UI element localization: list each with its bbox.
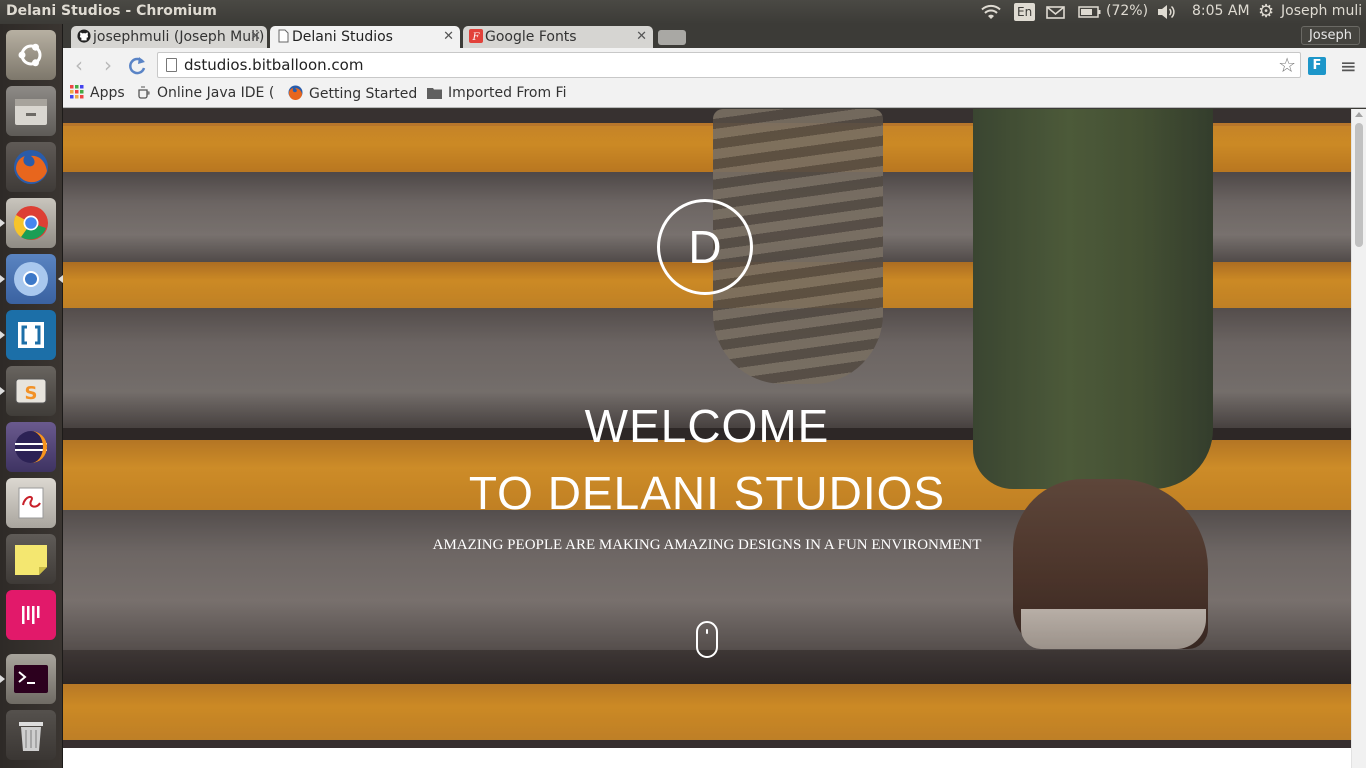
bookmark-label: Imported From Fi <box>448 85 567 101</box>
coffee-icon <box>138 86 150 99</box>
firefox-icon <box>288 85 303 100</box>
volume-icon[interactable] <box>1156 3 1176 21</box>
browser-toolbar: ‹ › dstudios.bitballoon.com ☆ F ≡ <box>63 48 1366 82</box>
running-indicator <box>0 387 5 395</box>
bookmark-online-java-ide[interactable]: Online Java IDE ( <box>137 85 277 101</box>
chromium-icon[interactable] <box>6 254 56 304</box>
page-scrollbar[interactable] <box>1351 109 1366 768</box>
tab-label: Google Fonts <box>485 29 577 45</box>
back-icon[interactable]: ‹ <box>67 54 91 78</box>
hero-title-line2: TO DELANI STUDIOS <box>468 467 946 519</box>
window-title: Delani Studios - Chromium <box>6 3 217 19</box>
files-icon[interactable] <box>6 86 56 136</box>
page-info-icon[interactable] <box>166 58 177 72</box>
running-indicator <box>0 331 5 339</box>
trash-icon[interactable] <box>6 710 56 760</box>
bookmark-star-icon[interactable]: ☆ <box>1278 53 1296 77</box>
logo-circle[interactable]: D <box>657 199 753 295</box>
sticky-notes-icon[interactable] <box>6 534 56 584</box>
svg-text:F: F <box>472 32 481 43</box>
page-icon <box>278 29 289 43</box>
user-menu[interactable]: Joseph muli <box>1281 3 1362 19</box>
ubuntu-dash-icon[interactable] <box>6 30 56 80</box>
tab-google-fonts[interactable]: F Google Fonts ✕ <box>463 26 653 48</box>
close-tab-icon[interactable]: ✕ <box>250 26 261 48</box>
running-indicator <box>0 219 5 227</box>
bookmark-folder-imported[interactable]: Imported From Fi <box>427 85 567 101</box>
scroll-down-mouse-icon[interactable] <box>696 621 718 658</box>
keyboard-layout-indicator[interactable]: En <box>1014 3 1036 21</box>
chrome-icon[interactable] <box>6 198 56 248</box>
tab-label: Delani Studios <box>292 29 393 45</box>
tab-github[interactable]: josephmuli (Joseph Muli) ✕ <box>71 26 267 48</box>
folder-icon <box>427 88 442 99</box>
tab-label: josephmuli (Joseph Muli) <box>93 29 265 45</box>
running-indicator <box>0 275 5 283</box>
github-icon <box>77 29 91 43</box>
url-text[interactable]: dstudios.bitballoon.com <box>184 56 363 74</box>
scroll-up-arrow-icon[interactable] <box>1355 112 1363 117</box>
bookmark-apps[interactable]: Apps <box>70 85 125 101</box>
battery-icon[interactable] <box>1078 3 1102 21</box>
reload-icon[interactable] <box>125 54 149 78</box>
gitkraken-icon[interactable] <box>6 590 56 640</box>
terminal-icon[interactable] <box>6 654 56 704</box>
wifi-icon[interactable] <box>981 3 1001 21</box>
launcher: S <box>0 24 63 768</box>
sublime-text-icon[interactable]: S <box>6 366 56 416</box>
bookmark-label: Online Java IDE ( <box>157 85 275 101</box>
running-indicator <box>0 675 5 683</box>
scrollbar-thumb[interactable] <box>1355 123 1363 247</box>
bookmark-getting-started[interactable]: Getting Started <box>288 85 417 102</box>
page-viewport: D WELCOME TO DELANI STUDIOS AMAZING PEOP… <box>63 109 1351 748</box>
bookmark-label: Apps <box>90 85 125 101</box>
gear-icon[interactable]: ⚙ <box>1258 1 1274 22</box>
bookmark-label: Getting Started <box>309 86 418 102</box>
mail-icon[interactable] <box>1046 3 1065 21</box>
eclipse-icon[interactable] <box>6 422 56 472</box>
tab-strip: josephmuli (Joseph Muli) ✕ Delani Studio… <box>63 24 1366 48</box>
tab-delani-studios[interactable]: Delani Studios ✕ <box>270 26 460 48</box>
evince-icon[interactable] <box>6 478 56 528</box>
address-bar[interactable]: dstudios.bitballoon.com ☆ <box>157 52 1301 78</box>
page-next-section <box>63 748 1351 768</box>
extension-icon[interactable]: F <box>1308 57 1326 75</box>
close-tab-icon[interactable]: ✕ <box>636 26 647 48</box>
close-tab-icon[interactable]: ✕ <box>443 26 454 48</box>
scroll-wheel-dot <box>706 629 708 634</box>
google-fonts-icon: F <box>469 29 483 43</box>
forward-icon[interactable]: › <box>96 54 120 78</box>
profile-button[interactable]: Joseph <box>1300 26 1360 45</box>
apps-grid-icon <box>70 85 84 99</box>
firefox-icon[interactable] <box>6 142 56 192</box>
brackets-icon[interactable] <box>6 310 56 360</box>
battery-percentage[interactable]: (72%) <box>1106 3 1148 19</box>
hero-title-line1: WELCOME <box>584 400 830 452</box>
bookmarks-bar: Apps Online Java IDE ( Getting Started I… <box>63 82 1366 108</box>
hero-section: D WELCOME TO DELANI STUDIOS AMAZING PEOP… <box>63 109 1351 748</box>
menu-icon[interactable]: ≡ <box>1340 54 1357 78</box>
top-panel: Delani Studios - Chromium En (72%) 8:05 … <box>0 0 1366 24</box>
new-tab-button[interactable] <box>658 30 686 45</box>
hero-subtitle: AMAZING PEOPLE ARE MAKING AMAZING DESIGN… <box>432 537 982 553</box>
svg-text:S: S <box>25 383 38 404</box>
clock[interactable]: 8:05 AM <box>1192 3 1250 19</box>
